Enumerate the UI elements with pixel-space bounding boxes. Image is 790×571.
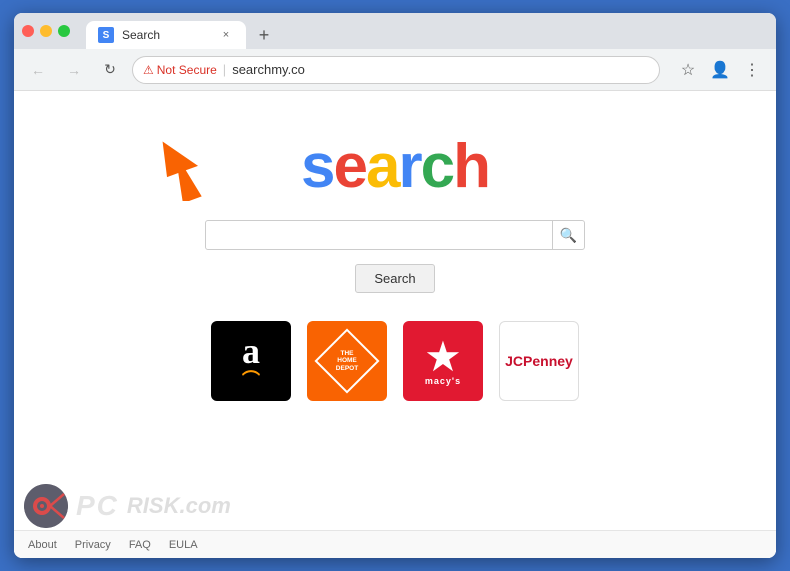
- menu-button[interactable]: ⋮: [738, 56, 766, 84]
- logo-letter-h: h: [453, 132, 489, 201]
- logo-letter-e: e: [334, 132, 366, 201]
- new-tab-button[interactable]: +: [250, 21, 278, 49]
- search-box-container: 🔍: [205, 220, 585, 250]
- maximize-button[interactable]: [58, 25, 70, 37]
- traffic-lights: [22, 25, 70, 37]
- footer-eula[interactable]: EULA: [169, 539, 198, 551]
- hd-diamond: THEHOMEDEPOT: [314, 328, 379, 393]
- pcrisk-domain: RISK.com: [127, 493, 231, 519]
- pcrisk-text: PC: [76, 490, 119, 522]
- url-text: searchmy.co: [232, 62, 305, 77]
- address-bar-area: ← → ↻ ⚠ Not Secure | searchmy.co ☆ 👤 ⋮: [14, 49, 776, 91]
- footer-privacy[interactable]: Privacy: [75, 539, 111, 551]
- address-bar[interactable]: ⚠ Not Secure | searchmy.co: [132, 56, 660, 84]
- logo-letter-a: a: [366, 132, 398, 201]
- pcrisk-logo-circle: [24, 484, 68, 528]
- macys-tile[interactable]: ★ macy's: [403, 321, 483, 401]
- logo-letter-c: c: [421, 132, 453, 201]
- forward-button[interactable]: →: [60, 56, 88, 84]
- tab-title: Search: [122, 28, 210, 42]
- close-button[interactable]: [22, 25, 34, 37]
- search-logo: search: [301, 131, 489, 202]
- title-bar: S Search × +: [14, 13, 776, 49]
- refresh-button[interactable]: ↻: [96, 56, 124, 84]
- macys-star: ★: [424, 336, 462, 378]
- pcrisk-watermark: PC RISK.com: [24, 484, 231, 528]
- active-tab[interactable]: S Search ×: [86, 21, 246, 49]
- jcpenney-tile[interactable]: JCPenney: [499, 321, 579, 401]
- bookmark-button[interactable]: ☆: [674, 56, 702, 84]
- page-content: search 🔍 Search a ⌒ THEHOMEDEPOT: [14, 91, 776, 558]
- address-actions: ☆ 👤 ⋮: [674, 56, 766, 84]
- profile-button[interactable]: 👤: [706, 56, 734, 84]
- not-secure-label: Not Secure: [157, 63, 217, 77]
- logo-letter-r: r: [398, 132, 420, 201]
- amazon-logo: a ⌒: [242, 330, 260, 392]
- back-button[interactable]: ←: [24, 56, 52, 84]
- warning-icon: ⚠: [143, 63, 154, 77]
- tab-close-button[interactable]: ×: [218, 27, 234, 43]
- jcpenney-logo: JCPenney: [505, 353, 573, 370]
- footer-about[interactable]: About: [28, 539, 57, 551]
- minimize-button[interactable]: [40, 25, 52, 37]
- footer-faq[interactable]: FAQ: [129, 539, 151, 551]
- logo-letter-s: s: [301, 132, 333, 201]
- macys-label: macy's: [425, 376, 461, 386]
- search-input[interactable]: [206, 227, 552, 243]
- not-secure-indicator: ⚠ Not Secure: [143, 63, 217, 77]
- amazon-tile[interactable]: a ⌒: [211, 321, 291, 401]
- search-button[interactable]: Search: [355, 264, 434, 293]
- page-footer: About Privacy FAQ EULA: [14, 530, 776, 558]
- tab-area: S Search × +: [86, 13, 278, 49]
- browser-window: S Search × + ← → ↻ ⚠ Not Secure | search…: [14, 13, 776, 558]
- quick-links: a ⌒ THEHOMEDEPOT ★ macy's: [211, 321, 579, 401]
- homedepot-tile[interactable]: THEHOMEDEPOT: [307, 321, 387, 401]
- tab-favicon: S: [98, 27, 114, 43]
- search-icon-button[interactable]: 🔍: [552, 221, 584, 249]
